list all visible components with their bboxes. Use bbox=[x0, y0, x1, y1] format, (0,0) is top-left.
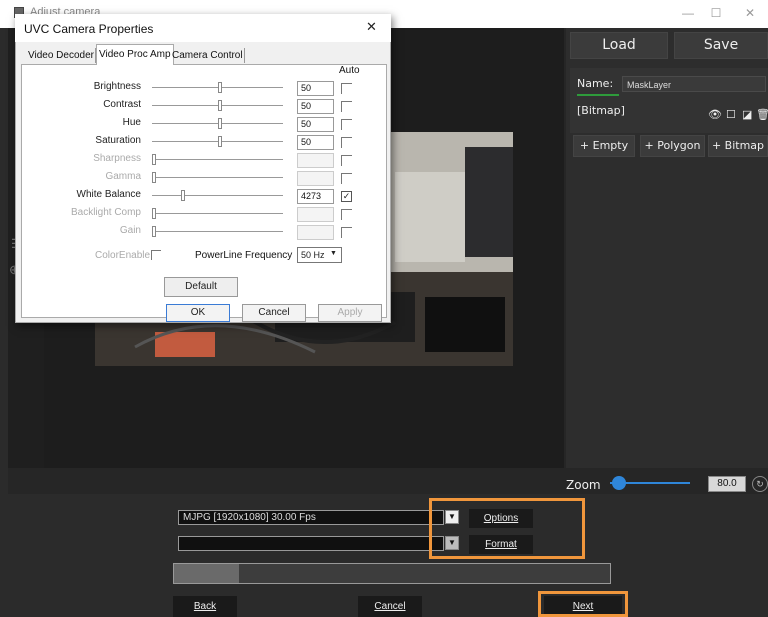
backlight-comp-label: Backlight Comp bbox=[70, 207, 141, 218]
gamma-slider bbox=[152, 177, 283, 178]
gamma-value-input bbox=[297, 171, 334, 186]
cancel-label: Cancel bbox=[374, 601, 406, 612]
backlight-comp-slider bbox=[152, 213, 283, 214]
trash-icon[interactable]: 🗑 bbox=[756, 108, 768, 121]
sharpness-auto-checkbox[interactable] bbox=[341, 155, 352, 166]
zoom-bar bbox=[8, 468, 768, 494]
auto-column-header: Auto bbox=[339, 65, 360, 76]
cancel-button[interactable]: Cancel bbox=[358, 596, 422, 617]
name-label: Name: bbox=[577, 77, 614, 90]
white-balance-value-input[interactable]: 4273 bbox=[297, 189, 334, 204]
colorenable-checkbox[interactable] bbox=[151, 250, 161, 260]
video-format-select[interactable]: MJPG [1920x1080] 30.00 Fps bbox=[178, 510, 444, 525]
brightness-label: Brightness bbox=[93, 81, 141, 92]
brightness-value-input[interactable]: 50 bbox=[297, 81, 334, 96]
white-balance-auto-checkbox[interactable]: ✓ bbox=[341, 191, 352, 202]
zoom-label: Zoom bbox=[566, 478, 601, 492]
edit-icon[interactable]: ◪ bbox=[742, 108, 752, 121]
add-empty-button[interactable]: + Empty bbox=[573, 135, 635, 157]
tab-video-proc-amp[interactable]: Video Proc Amp bbox=[96, 44, 174, 65]
add-polygon-button[interactable]: + Polygon bbox=[640, 135, 705, 157]
gain-auto-checkbox[interactable] bbox=[341, 227, 352, 238]
zoom-value-input[interactable]: 80.0 bbox=[708, 476, 746, 492]
layer-type-label: [Bitmap] bbox=[577, 104, 625, 117]
maximize-icon[interactable]: ☐ bbox=[706, 6, 726, 20]
highlight-box-next bbox=[538, 591, 628, 617]
hue-value-input[interactable]: 50 bbox=[297, 117, 334, 132]
checkbox-icon[interactable]: ☐ bbox=[726, 108, 736, 121]
chevron-down-icon[interactable]: ▼ bbox=[330, 250, 337, 257]
gamma-label: Gamma bbox=[105, 171, 141, 182]
gain-label: Gain bbox=[119, 225, 141, 236]
contrast-value-input[interactable]: 50 bbox=[297, 99, 334, 114]
hue-auto-checkbox[interactable] bbox=[341, 119, 352, 130]
load-button[interactable]: Load bbox=[570, 32, 668, 59]
white-balance-slider-thumb[interactable] bbox=[181, 190, 185, 201]
gain-slider-thumb bbox=[152, 226, 156, 237]
ok-button[interactable]: OK bbox=[166, 304, 230, 322]
backlight-comp-value-input bbox=[297, 207, 334, 222]
progress-fill bbox=[174, 564, 239, 583]
secondary-select[interactable] bbox=[178, 536, 444, 551]
close-icon[interactable]: ✕ bbox=[740, 6, 760, 20]
hue-slider-thumb[interactable] bbox=[218, 118, 222, 129]
saturation-auto-checkbox[interactable] bbox=[341, 137, 352, 148]
sharpness-value-input bbox=[297, 153, 334, 168]
save-button[interactable]: Save bbox=[674, 32, 768, 59]
default-button[interactable]: Default bbox=[164, 277, 238, 297]
dialog-close-icon[interactable]: ✕ bbox=[366, 19, 377, 35]
dialog-cancel-button[interactable]: Cancel bbox=[242, 304, 306, 322]
zoom-slider-thumb[interactable] bbox=[612, 476, 626, 490]
name-underline bbox=[577, 94, 619, 96]
dialog-title: UVC Camera Properties bbox=[24, 22, 154, 36]
brightness-auto-checkbox[interactable] bbox=[341, 83, 352, 94]
tab-camera-control[interactable]: Camera Control bbox=[170, 47, 245, 64]
hue-label: Hue bbox=[122, 117, 141, 128]
brightness-slider-thumb[interactable] bbox=[218, 82, 222, 93]
backlight-comp-auto-checkbox[interactable] bbox=[341, 209, 352, 220]
sharpness-slider-thumb bbox=[152, 154, 156, 165]
contrast-label: Contrast bbox=[103, 99, 141, 110]
back-button[interactable]: Back bbox=[173, 596, 237, 617]
minimize-icon[interactable]: — bbox=[678, 6, 698, 20]
tab-separator bbox=[244, 48, 245, 63]
sharpness-label: Sharpness bbox=[93, 153, 141, 164]
eye-icon[interactable]: 👁 bbox=[708, 108, 722, 121]
white-balance-label: White Balance bbox=[76, 189, 141, 200]
saturation-slider-thumb[interactable] bbox=[218, 136, 222, 147]
gamma-slider-thumb bbox=[152, 172, 156, 183]
add-bitmap-button[interactable]: + Bitmap bbox=[708, 135, 768, 157]
contrast-slider-thumb[interactable] bbox=[218, 100, 222, 111]
apply-button[interactable]: Apply bbox=[318, 304, 382, 322]
white-balance-slider[interactable] bbox=[152, 195, 283, 196]
sharpness-slider bbox=[152, 159, 283, 160]
zoom-reset-icon[interactable]: ↻ bbox=[752, 476, 768, 492]
back-label: Back bbox=[193, 601, 217, 612]
contrast-auto-checkbox[interactable] bbox=[341, 101, 352, 112]
backlight-comp-slider-thumb bbox=[152, 208, 156, 219]
gain-slider bbox=[152, 231, 283, 232]
tab-video-decoder[interactable]: Video Decoder bbox=[26, 47, 96, 64]
colorenable-label: ColorEnable bbox=[95, 250, 151, 261]
highlight-box-options bbox=[429, 498, 585, 559]
gain-value-input bbox=[297, 225, 334, 240]
layer-name-input[interactable]: MaskLayer bbox=[622, 76, 766, 92]
saturation-label: Saturation bbox=[95, 135, 141, 146]
saturation-value-input[interactable]: 50 bbox=[297, 135, 334, 150]
gamma-auto-checkbox[interactable] bbox=[341, 173, 352, 184]
powerline-label: PowerLine Frequency bbox=[195, 250, 293, 261]
